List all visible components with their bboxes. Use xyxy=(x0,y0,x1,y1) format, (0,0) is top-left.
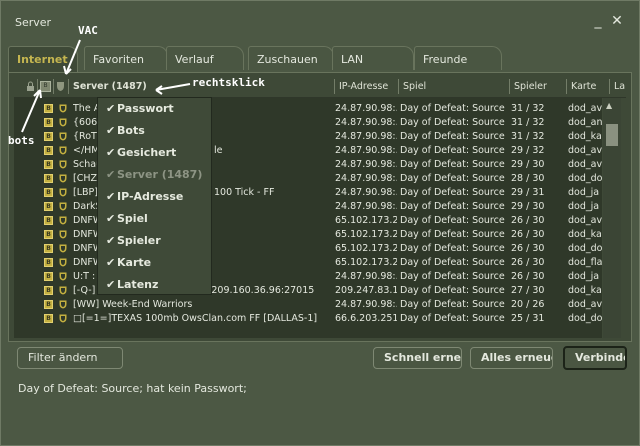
annotation-arrows xyxy=(21,39,191,133)
